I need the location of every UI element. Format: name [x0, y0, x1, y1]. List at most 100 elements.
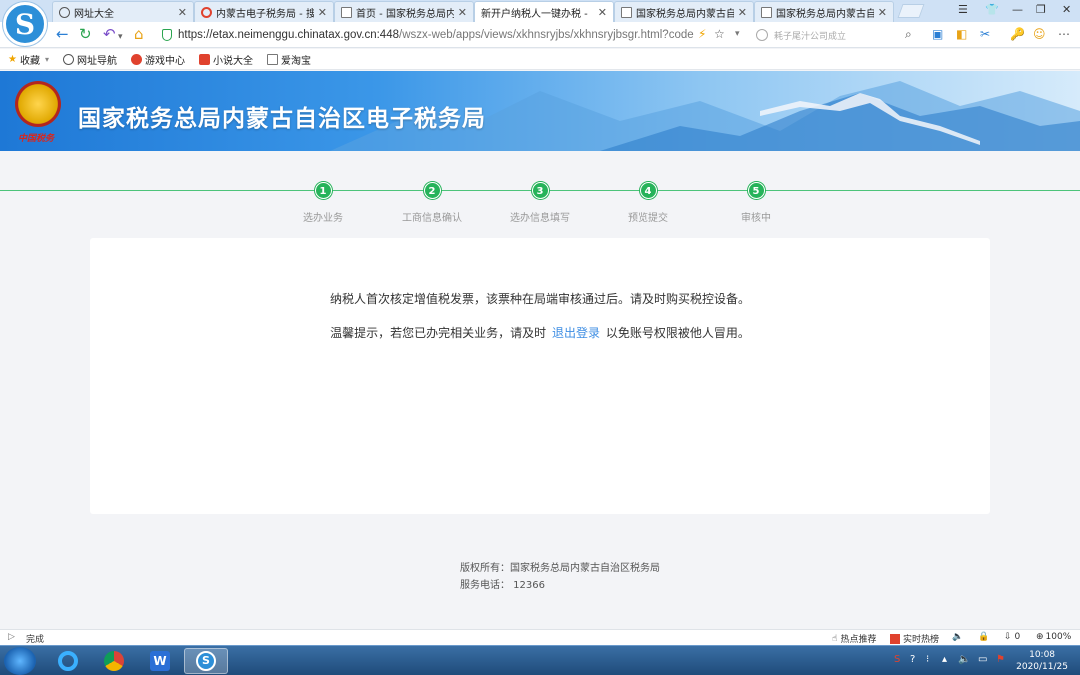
- hot-recommend-button[interactable]: ☝ 热点推荐: [832, 632, 877, 646]
- bookmark-nav[interactable]: 网址导航: [62, 52, 117, 67]
- chrome-icon: [104, 651, 124, 671]
- system-clock[interactable]: 10:08 2020/11/25: [1016, 649, 1068, 673]
- step-label: 预览提交: [628, 213, 668, 224]
- help-icon[interactable]: ?: [910, 654, 915, 665]
- tab-title: 国家税务总局内蒙古自治: [636, 8, 734, 20]
- url-dropdown-icon[interactable]: ▾: [735, 27, 740, 41]
- chart-icon: [890, 633, 900, 644]
- sogou-input-icon[interactable]: S: [894, 654, 900, 665]
- sidebar-toggle-icon[interactable]: ▷: [8, 632, 15, 642]
- bookmark-label: 爱淘宝: [280, 55, 311, 67]
- extension-icon[interactable]: ◧: [956, 27, 967, 41]
- taskbar-app-qq-browser[interactable]: [46, 648, 90, 674]
- emoji-icon[interactable]: ☺: [1033, 27, 1046, 41]
- bookmark-novels[interactable]: 小说大全: [198, 52, 253, 67]
- skin-icon[interactable]: 👕: [985, 3, 999, 16]
- search-box[interactable]: 耗子尾汁公司成立: [756, 25, 921, 45]
- page-footer: 版权所有：国家税务总局内蒙古自治区税务局 服务电话： 12366: [460, 560, 660, 594]
- bookmark-games[interactable]: 游戏中心: [130, 52, 185, 67]
- bookmark-label: 游戏中心: [144, 55, 185, 67]
- step-number: 5: [747, 182, 765, 199]
- volume-icon[interactable]: 🔈: [958, 654, 970, 665]
- close-window-icon[interactable]: ✕: [1062, 3, 1071, 16]
- sogou-search-icon: [201, 6, 212, 18]
- qq-browser-icon: [58, 651, 78, 671]
- close-tab-icon[interactable]: ✕: [318, 6, 327, 19]
- step-4: 4 预览提交: [588, 182, 708, 224]
- reminder-message: 温馨提示，若您已办完相关业务，请及时 退出登录 以免账号权限被他人冒用。: [90, 324, 990, 341]
- close-tab-icon[interactable]: ✕: [598, 6, 607, 19]
- flag-icon[interactable]: ⚑: [996, 654, 1005, 665]
- tab-4-active[interactable]: 新开户纳税人一键办税 - ✕: [474, 1, 614, 22]
- zoom-level: 100%: [1045, 632, 1072, 642]
- network-icon[interactable]: ▭: [978, 654, 987, 665]
- reminder-prefix: 温馨提示，若您已办完相关业务，请及时: [330, 326, 547, 340]
- new-tab-button[interactable]: [897, 4, 925, 18]
- globe-icon: [59, 6, 70, 18]
- step-3: 3 选办信息填写: [480, 182, 600, 224]
- sogou-browser-logo-icon[interactable]: S: [3, 2, 47, 46]
- minimize-icon[interactable]: —: [1012, 3, 1023, 16]
- download-icon: ⇩: [1004, 632, 1012, 642]
- taskbar-app-chrome[interactable]: [92, 648, 136, 674]
- tab-2[interactable]: 内蒙古电子税务局 - 搜狗 ✕: [194, 1, 334, 22]
- search-icon[interactable]: ⌕: [905, 27, 912, 41]
- url-text[interactable]: https://etax.neimenggu.chinatax.gov.cn:4…: [178, 29, 694, 41]
- bookmark-favorites[interactable]: ★ 收藏 ▾: [8, 52, 49, 67]
- bookmark-label: 网址导航: [76, 55, 117, 67]
- browser-navbar: ← ↻ ↶ ▾ ⌂ https://etax.neimenggu.chinata…: [0, 22, 1080, 48]
- screenshot-icon[interactable]: ✂: [980, 27, 990, 41]
- step-number: 4: [639, 182, 657, 199]
- input-method-icon[interactable]: ⁝: [926, 654, 929, 665]
- close-tab-icon[interactable]: ✕: [178, 6, 187, 19]
- status-text: 完成: [26, 635, 45, 645]
- star-icon: ★: [8, 53, 17, 65]
- national-emblem-icon: [15, 81, 61, 127]
- speaker-icon[interactable]: 🔈: [952, 632, 963, 642]
- lightning-icon[interactable]: ⚡: [698, 27, 706, 41]
- step-label: 选办信息填写: [510, 213, 570, 224]
- tab-5[interactable]: 国家税务总局内蒙古自治 ✕: [614, 1, 754, 22]
- lock-icon[interactable]: 🔒: [978, 632, 989, 642]
- taskbar-app-wps[interactable]: W: [138, 648, 182, 674]
- more-icon[interactable]: ⋯: [1058, 27, 1070, 41]
- tab-6[interactable]: 国家税务总局内蒙古自治 ✕: [754, 1, 894, 22]
- tab-3[interactable]: 首页 - 国家税务总局内蒙 ✕: [334, 1, 474, 22]
- zoom-control[interactable]: ⊕ 100%: [1036, 632, 1071, 642]
- show-hidden-icons[interactable]: ▴: [942, 654, 947, 665]
- tab-1[interactable]: 网址大全 ✕: [52, 1, 194, 22]
- close-tab-icon[interactable]: ✕: [738, 6, 747, 19]
- undo-close-icon[interactable]: ↶: [103, 26, 116, 42]
- realtime-hot-button[interactable]: 实时热榜: [890, 632, 939, 645]
- download-button[interactable]: ⇩ 0: [1004, 632, 1020, 642]
- tab-title: 首页 - 国家税务总局内蒙: [356, 8, 454, 20]
- step-1: 1 选办业务: [263, 182, 383, 224]
- tools-icon[interactable]: 🔑: [1010, 27, 1025, 41]
- logout-link[interactable]: 退出登录: [552, 326, 600, 340]
- url-path: /wszx-web/apps/views/xkhnsryjbs/xkhnsryj…: [399, 29, 694, 41]
- close-tab-icon[interactable]: ✕: [458, 6, 467, 19]
- bookmarks-bar: ★ 收藏 ▾ 网址导航 游戏中心 小说大全 爱淘宝: [0, 49, 1080, 70]
- back-icon[interactable]: ←: [56, 26, 69, 42]
- emblem-caption: 中国税务: [18, 134, 55, 144]
- page-icon: [341, 6, 352, 18]
- favorite-star-icon[interactable]: ☆: [714, 27, 725, 41]
- thumb-icon: ☝: [832, 633, 838, 644]
- bookmark-taobao[interactable]: 爱淘宝: [266, 52, 311, 67]
- notice-message: 纳税人首次核定增值税发票，该票种在局端审核通过后。请及时购买税控设备。: [329, 292, 750, 306]
- search-engine-icon: [756, 29, 768, 41]
- undo-dropdown-icon[interactable]: ▾: [118, 29, 123, 45]
- restore-icon[interactable]: ❐: [1036, 3, 1046, 16]
- wps-icon: W: [150, 651, 170, 671]
- start-button[interactable]: [4, 647, 36, 675]
- refresh-icon[interactable]: ↻: [79, 26, 92, 42]
- close-tab-icon[interactable]: ✕: [878, 6, 887, 19]
- home-icon[interactable]: ⌂: [134, 26, 144, 42]
- browser-status-bar: ▷ 完成 ☝ 热点推荐 实时热榜 🔈 🔒 ⇩ 0 ⊕ 100%: [0, 629, 1080, 645]
- clock-date: 2020/11/25: [1016, 662, 1068, 672]
- menu-icon[interactable]: ☰: [958, 3, 968, 16]
- translate-icon[interactable]: ▣: [932, 27, 943, 41]
- taskbar-app-sogou-browser[interactable]: S: [184, 648, 228, 674]
- address-bar[interactable]: https://etax.neimenggu.chinatax.gov.cn:4…: [158, 25, 748, 45]
- site-banner: 中国税务 国家税务总局内蒙古自治区电子税务局: [0, 71, 1080, 151]
